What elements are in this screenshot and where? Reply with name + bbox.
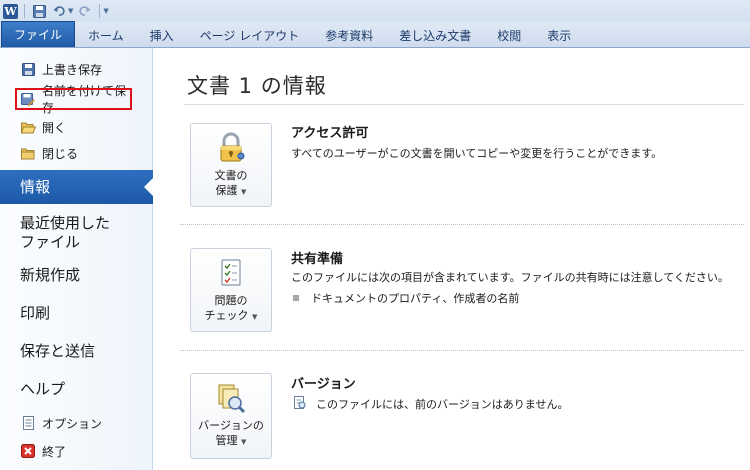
open-folder-icon: [20, 119, 36, 135]
sidebar-item-print[interactable]: 印刷: [0, 298, 153, 328]
lock-key-icon: [215, 132, 247, 164]
qat-separator: [99, 4, 101, 18]
sidebar-item-label: 情報: [20, 177, 51, 196]
sidebar-item-options[interactable]: オプション: [0, 412, 153, 434]
sidebar-item-help[interactable]: ヘルプ: [0, 374, 153, 404]
quick-access-toolbar: W ▼ ▼: [0, 0, 750, 22]
sidebar-item-label: 終了: [42, 444, 67, 459]
qat-separator: [24, 4, 25, 18]
sidebar-item-save-send[interactable]: 保存と送信: [0, 336, 153, 366]
backstage-sidebar: 上書き保存 名前を付けて保存 開く 閉じる 情報 最近使用した ファイル 新規作…: [0, 48, 154, 470]
undo-dropdown-icon[interactable]: ▼: [68, 7, 73, 15]
protect-document-label: 文書の 保護 ▼: [214, 169, 248, 197]
save-as-icon: [20, 91, 36, 107]
sidebar-item-label: 開く: [42, 120, 67, 135]
sidebar-item-label: ヘルプ: [20, 379, 66, 398]
check-issues-button[interactable]: 問題の チェック ▼: [190, 248, 272, 332]
check-issues-label: 問題の チェック ▼: [204, 294, 258, 322]
dropdown-caret-icon: ▼: [252, 313, 258, 321]
sidebar-item-new[interactable]: 新規作成: [0, 260, 153, 290]
sidebar-item-label: 最近使用した: [20, 214, 111, 232]
tab-review[interactable]: 校閲: [484, 23, 534, 47]
close-folder-icon: [20, 145, 36, 161]
exit-icon: [20, 443, 36, 459]
version-doc-icon: [293, 396, 306, 412]
tab-references[interactable]: 参考資料: [312, 23, 386, 47]
sidebar-item-label: 印刷: [20, 303, 51, 322]
prepare-sharing-description: このファイルには次の項目が含まれています。ファイルの共有時には注意してください。: [291, 271, 729, 284]
tab-page-layout[interactable]: ページ レイアウト: [187, 23, 313, 47]
checklist-icon: [215, 257, 247, 289]
sidebar-item-save[interactable]: 上書き保存: [0, 58, 153, 80]
bullet-icon: [293, 295, 299, 301]
section-divider: [180, 350, 744, 351]
sidebar-item-label: 名前を付けて保存: [42, 84, 127, 115]
sidebar-item-label: オプション: [42, 416, 103, 431]
permissions-heading: アクセス許可: [291, 126, 369, 141]
word-logo-icon[interactable]: W: [3, 3, 18, 19]
sidebar-item-save-as[interactable]: 名前を付けて保存: [15, 84, 132, 115]
section-divider: [180, 224, 744, 225]
save-icon: [20, 61, 36, 77]
tab-mailings[interactable]: 差し込み文書: [386, 23, 484, 47]
dropdown-caret-icon: ▼: [241, 438, 247, 446]
active-pointer: [144, 177, 154, 197]
page-title: 文書 1 の情報: [187, 74, 327, 98]
permissions-description: すべてのユーザーがこの文書を開いてコピーや変更を行うことができます。: [291, 147, 663, 160]
dropdown-caret-icon: ▼: [241, 188, 247, 196]
sidebar-item-label: ファイル: [20, 233, 81, 251]
undo-icon[interactable]: [51, 3, 67, 19]
sidebar-item-label: 上書き保存: [42, 62, 103, 77]
manage-versions-label: バージョンの 管理 ▼: [198, 419, 264, 447]
prepare-sharing-heading: 共有準備: [291, 252, 344, 267]
sidebar-item-exit[interactable]: 終了: [0, 440, 153, 462]
sidebar-item-info[interactable]: 情報: [0, 170, 154, 204]
tab-view[interactable]: 表示: [534, 23, 584, 47]
list-item: ドキュメントのプロパティ、作成者の名前: [293, 290, 519, 306]
protect-document-button[interactable]: 文書の 保護 ▼: [190, 123, 272, 207]
versions-heading: バージョン: [291, 377, 356, 392]
redo-icon[interactable]: [77, 3, 93, 19]
info-pane: 文書 1 の情報 文書の 保護 ▼ アクセス許可 すべてのユーザーがこの文書を開…: [154, 48, 750, 470]
tab-file[interactable]: ファイル: [1, 21, 76, 47]
properties-author-item: ドキュメントのプロパティ、作成者の名前: [311, 292, 520, 305]
title-divider: [184, 104, 744, 105]
customize-qat-icon[interactable]: ▼: [103, 7, 108, 15]
tab-home[interactable]: ホーム: [75, 23, 137, 47]
sidebar-item-label: 新規作成: [20, 265, 81, 284]
versions-icon: [215, 382, 247, 414]
versions-description: このファイルには、前のバージョンはありません。: [316, 398, 569, 411]
ribbon-tabs: ファイル ホーム 挿入 ページ レイアウト 参考資料 差し込み文書 校閲 表示: [0, 21, 750, 48]
manage-versions-button[interactable]: バージョンの 管理 ▼: [190, 373, 272, 459]
tab-insert[interactable]: 挿入: [137, 23, 187, 47]
sidebar-item-open[interactable]: 開く: [0, 116, 153, 138]
save-icon[interactable]: [31, 3, 47, 19]
list-item: このファイルには、前のバージョンはありません。: [293, 396, 568, 412]
sidebar-item-label: 保存と送信: [20, 341, 96, 360]
sidebar-item-recent[interactable]: 最近使用した ファイル: [0, 210, 153, 256]
sidebar-item-close[interactable]: 閉じる: [0, 142, 153, 164]
options-icon: [20, 415, 36, 431]
sidebar-item-label: 閉じる: [42, 146, 79, 161]
